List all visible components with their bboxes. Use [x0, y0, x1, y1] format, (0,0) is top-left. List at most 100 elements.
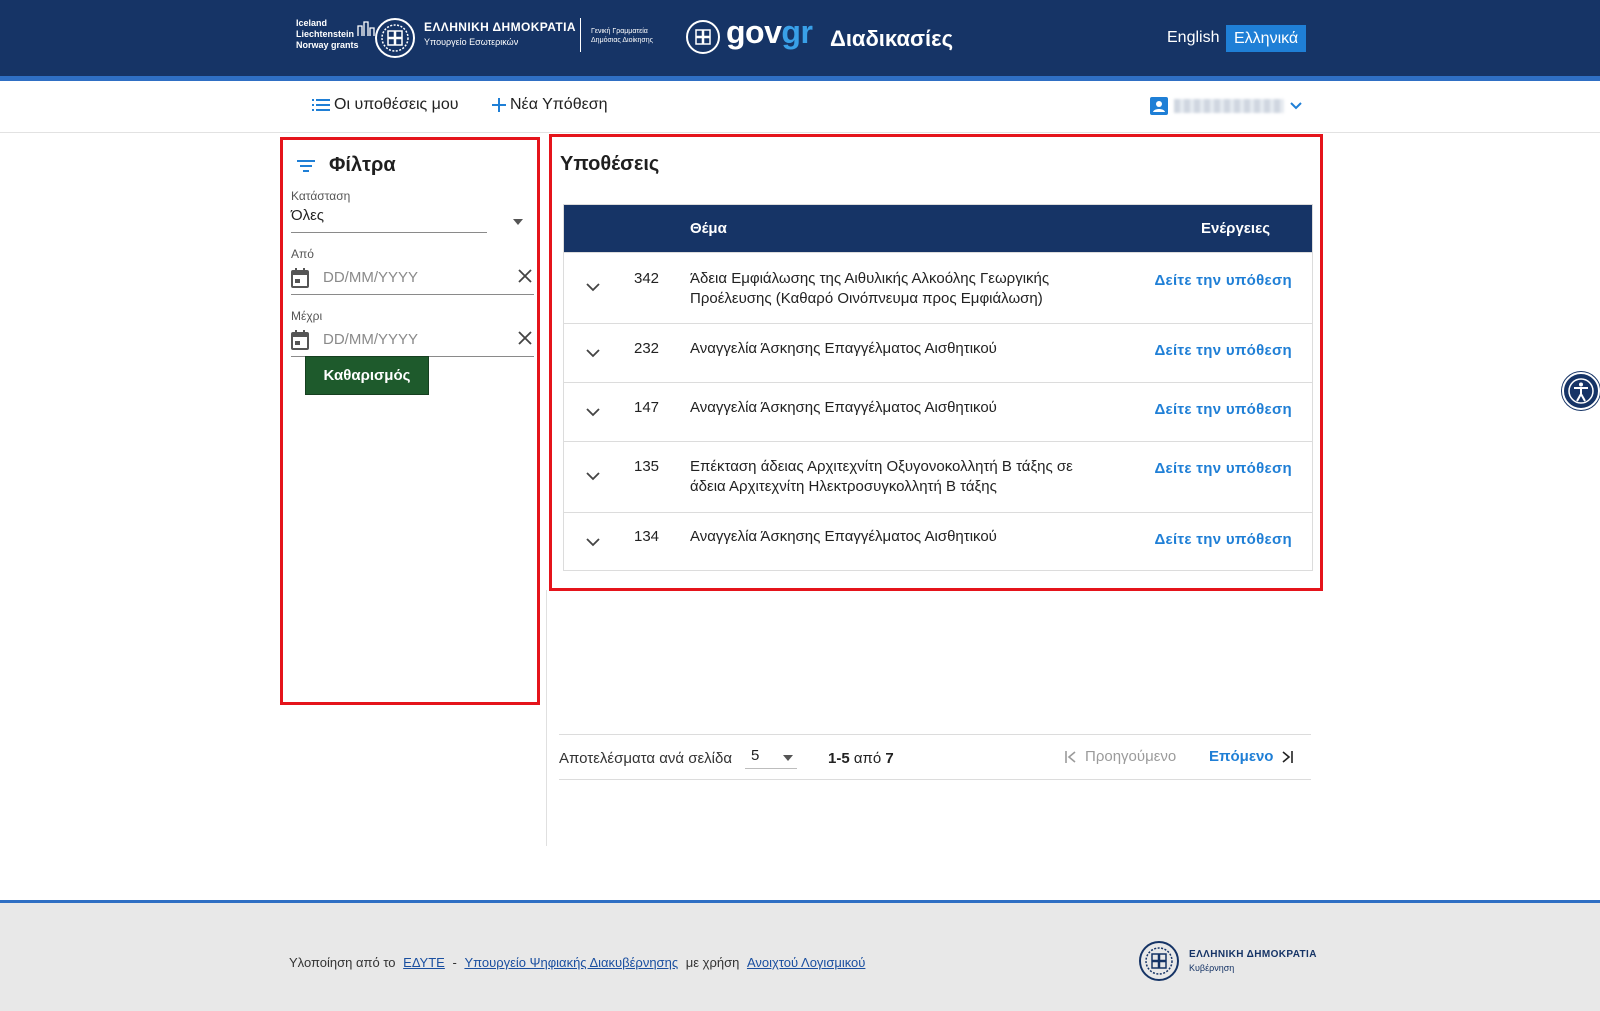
chevron-down-icon[interactable]	[586, 408, 600, 417]
table-row: 134 Αναγγελία Άσκησης Επαγγέλματος Αισθη…	[564, 512, 1312, 570]
filters-header: Φίλτρα	[297, 154, 529, 177]
gg-line-1: Γενική Γραμματεία	[591, 28, 648, 35]
footer-prefix: Υλοποίηση από το	[289, 955, 396, 970]
cases-title: Υποθέσεις	[560, 153, 660, 175]
to-date-placeholder: DD/MM/YYYY	[323, 331, 419, 348]
filters-title: Φίλτρα	[329, 154, 396, 176]
edyte-link[interactable]: ΕΔΥΤΕ	[403, 955, 445, 970]
col-subject: Θέμα	[690, 220, 727, 237]
cases-table: Θέμα Ενέργειες 342 Άδεια Εμφιάλωσης της …	[563, 204, 1313, 571]
footer-government-label: ΕΛΛΗΝΙΚΗ ΔΗΜΟΚΡΑΤΙΑ Κυβέρνηση	[1189, 949, 1317, 973]
range-of: από	[853, 750, 882, 767]
user-menu[interactable]	[1150, 97, 1302, 115]
list-icon	[312, 99, 330, 111]
lang-english-button[interactable]: English	[1167, 29, 1219, 47]
previous-page-button[interactable]: Προηγούμενο	[1065, 748, 1176, 765]
table-row: 342 Άδεια Εμφιάλωσης της Αιθυλικής Αλκοό…	[564, 252, 1312, 323]
status-filter: Κατάσταση Όλες	[291, 189, 529, 233]
filter-icon	[297, 159, 315, 172]
footer-dash: -	[452, 955, 457, 970]
chevron-down-icon[interactable]	[586, 283, 600, 292]
view-case-link[interactable]: Δείτε την υπόθεση	[1154, 460, 1292, 477]
chevron-down-icon[interactable]	[586, 472, 600, 481]
top-header: Iceland Liechtenstein Norway grants ΕΛΛΗ…	[0, 0, 1600, 76]
ministry-digital-link[interactable]: Υπουργείο Ψηφιακής Διακυβέρνησης	[464, 955, 678, 970]
gg-line-2: Δημόσιας Διοίκησης	[591, 37, 654, 44]
view-case-link[interactable]: Δείτε την υπόθεση	[1154, 401, 1292, 418]
footer-middle: με χρήση	[685, 955, 740, 970]
case-id: 134	[634, 528, 660, 545]
last-page-icon	[1282, 750, 1294, 763]
calendar-icon[interactable]	[291, 329, 309, 350]
from-filter: Από DD/MM/YYYY	[291, 247, 534, 295]
range-total: 7	[885, 750, 894, 767]
caret-down-icon[interactable]	[513, 219, 523, 225]
footer-hd-title: ΕΛΛΗΝΙΚΗ ΔΗΜΟΚΡΑΤΙΑ	[1189, 949, 1317, 960]
eea-grants-logo[interactable]: Iceland Liechtenstein Norway grants	[296, 18, 375, 58]
next-page-button[interactable]: Επόμενο	[1209, 748, 1294, 765]
user-name-redacted	[1174, 99, 1284, 113]
per-page-select[interactable]: 5	[745, 747, 797, 769]
view-case-link[interactable]: Δείτε την υπόθεση	[1154, 531, 1292, 548]
clear-filters-button[interactable]: Καθαρισμός	[305, 356, 429, 395]
new-case-link[interactable]: Νέα Υπόθεση	[492, 96, 608, 114]
procedures-title[interactable]: Διαδικασίες	[830, 26, 953, 52]
to-date-input[interactable]: DD/MM/YYYY	[291, 323, 534, 357]
case-subject: Επέκταση άδειας Αρχιτεχνίτη Οξυγονοκολλη…	[690, 458, 1073, 495]
govgr-gov: gov	[726, 14, 782, 50]
range-value: 1-5	[828, 750, 850, 767]
hd-ministry: Υπουργείο Εσωτερικών	[424, 37, 519, 47]
my-cases-label: Οι υποθέσεις μου	[334, 96, 459, 113]
from-date-placeholder: DD/MM/YYYY	[323, 269, 419, 286]
sub-navigation: Οι υποθέσεις μου Νέα Υπόθεση	[0, 81, 1600, 133]
table-row: 232 Αναγγελία Άσκησης Επαγγέλματος Αισθη…	[564, 323, 1312, 382]
status-select[interactable]: Όλες	[291, 203, 487, 233]
to-label: Μέχρι	[291, 309, 323, 323]
lang-greek-button[interactable]: Ελληνικά	[1226, 25, 1307, 52]
accessibility-button[interactable]	[1562, 372, 1600, 410]
header-separator	[580, 18, 581, 52]
caret-down-icon	[783, 755, 793, 761]
case-subject: Αναγγελία Άσκησης Επαγγέλματος Αισθητικο…	[690, 340, 997, 357]
case-id: 342	[634, 270, 660, 287]
open-source-link[interactable]: Ανοιχτού Λογισμικού	[747, 955, 865, 970]
first-page-icon	[1065, 750, 1076, 763]
hellenic-republic-title: ΕΛΛΗΝΙΚΗ ΔΗΜΟΚΡΑΤΙΑ Υπουργείο Εσωτερικών	[424, 20, 576, 47]
govgr-seal-icon	[686, 20, 720, 54]
table-row: 135 Επέκταση άδειας Αρχιτεχνίτη Οξυγονοκ…	[564, 441, 1312, 512]
govgr-logo[interactable]: govgr	[726, 14, 813, 51]
general-secretariat-label: Γενική Γραμματεία Δημόσιας Διοίκησης	[591, 27, 653, 45]
table-header: Θέμα Ενέργειες	[564, 205, 1312, 252]
page-range: 1-5 από 7	[828, 750, 894, 767]
per-page-value: 5	[751, 747, 760, 764]
from-date-input[interactable]: DD/MM/YYYY	[291, 261, 534, 295]
my-cases-link[interactable]: Οι υποθέσεις μου	[312, 96, 459, 114]
grants-line-3: Norway grants	[296, 40, 359, 50]
next-label: Επόμενο	[1209, 748, 1274, 765]
from-label: Από	[291, 247, 314, 261]
to-filter: Μέχρι DD/MM/YYYY	[291, 309, 534, 357]
view-case-link[interactable]: Δείτε την υπόθεση	[1154, 272, 1292, 289]
per-page-label: Αποτελέσματα ανά σελίδα	[559, 750, 733, 767]
close-icon[interactable]	[518, 269, 532, 283]
chevron-down-icon[interactable]	[586, 349, 600, 358]
calendar-icon[interactable]	[291, 267, 309, 288]
case-subject: Αναγγελία Άσκησης Επαγγέλματος Αισθητικο…	[690, 528, 997, 545]
status-value: Όλες	[291, 207, 325, 224]
case-id: 135	[634, 458, 660, 475]
footer: Υλοποίηση από το ΕΔΥΤΕ - Υπουργείο Ψηφια…	[0, 903, 1600, 1011]
table-row: 147 Αναγγελία Άσκησης Επαγγέλματος Αισθη…	[564, 382, 1312, 441]
status-label: Κατάσταση	[291, 189, 351, 203]
govgr-gr: gr	[781, 14, 813, 50]
close-icon[interactable]	[518, 331, 532, 345]
case-id: 232	[634, 340, 660, 357]
content-divider	[546, 590, 547, 846]
case-subject: Αναγγελία Άσκησης Επαγγέλματος Αισθητικο…	[690, 399, 997, 416]
new-case-label: Νέα Υπόθεση	[510, 96, 608, 113]
chevron-down-icon[interactable]	[586, 538, 600, 547]
view-case-link[interactable]: Δείτε την υπόθεση	[1154, 342, 1292, 359]
footer-hd-sub: Κυβέρνηση	[1189, 963, 1235, 973]
case-subject: Άδεια Εμφιάλωσης της Αιθυλικής Αλκοόλης …	[690, 270, 1050, 307]
accessibility-icon	[1568, 378, 1594, 404]
chevron-down-icon	[1290, 102, 1302, 110]
